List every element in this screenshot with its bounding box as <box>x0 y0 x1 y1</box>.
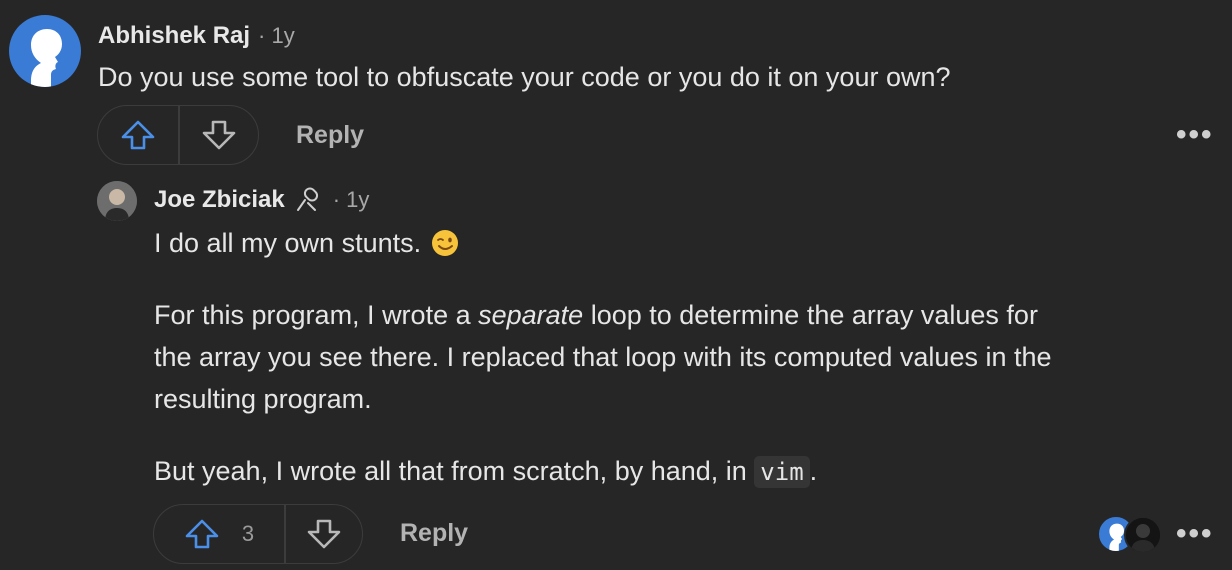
more-options-icon[interactable]: ••• <box>1176 517 1214 551</box>
comment2-para3: But yeah, I wrote all that from scratch,… <box>154 456 818 488</box>
upvote-button[interactable] <box>98 106 178 164</box>
winking-face-emoji-icon <box>432 230 459 256</box>
microphone-badge-icon <box>296 187 318 211</box>
para1-text: I do all my own stunts. <box>154 228 422 258</box>
comment2-para1: I do all my own stunts. <box>154 222 459 264</box>
downvote-arrow-icon <box>307 519 341 549</box>
author-name[interactable]: Abhishek Raj <box>98 22 250 50</box>
reply-button[interactable]: Reply <box>400 519 468 548</box>
author-name[interactable]: Joe Zbiciak <box>154 186 285 214</box>
downvote-button[interactable] <box>286 505 363 563</box>
avatar-abhishek[interactable] <box>9 15 81 87</box>
comment1-text: Do you use some tool to obfuscate your c… <box>98 62 951 92</box>
upvote-arrow-icon <box>121 120 155 150</box>
upvote-arrow-icon <box>185 519 219 549</box>
comment2-para2: For this program, I wrote a separate loo… <box>154 294 1214 420</box>
downvote-arrow-icon <box>202 120 236 150</box>
profile-silhouette-icon <box>31 29 62 87</box>
avatar-joe[interactable] <box>97 181 137 221</box>
more-options-icon[interactable]: ••• <box>1176 118 1214 152</box>
downvote-button[interactable] <box>180 106 259 164</box>
timestamp[interactable]: · 1y <box>258 23 295 49</box>
upvote-count: 3 <box>241 521 255 546</box>
reply-button[interactable]: Reply <box>296 121 364 150</box>
upvote-button[interactable]: 3 <box>154 505 284 563</box>
profile-photo-icon <box>1126 518 1160 552</box>
para2-line1: For this program, I wrote a separate loo… <box>154 300 1038 330</box>
comment1-header: Abhishek Raj · 1y <box>98 22 295 50</box>
comment2-header: Joe Zbiciak · 1y <box>154 186 369 214</box>
upvoter-avatars[interactable] <box>1098 516 1162 554</box>
vote-control: 3 <box>153 504 363 564</box>
para2-line2: the array you see there. I replaced that… <box>154 342 1052 372</box>
emphasis: separate <box>478 300 584 330</box>
profile-photo-icon <box>97 181 137 221</box>
timestamp[interactable]: · 1y <box>333 187 370 213</box>
upvoter-avatar-2 <box>1124 516 1162 554</box>
para2-line3: resulting program. <box>154 384 372 414</box>
vote-control <box>97 105 259 165</box>
inline-code: vim <box>754 456 810 488</box>
